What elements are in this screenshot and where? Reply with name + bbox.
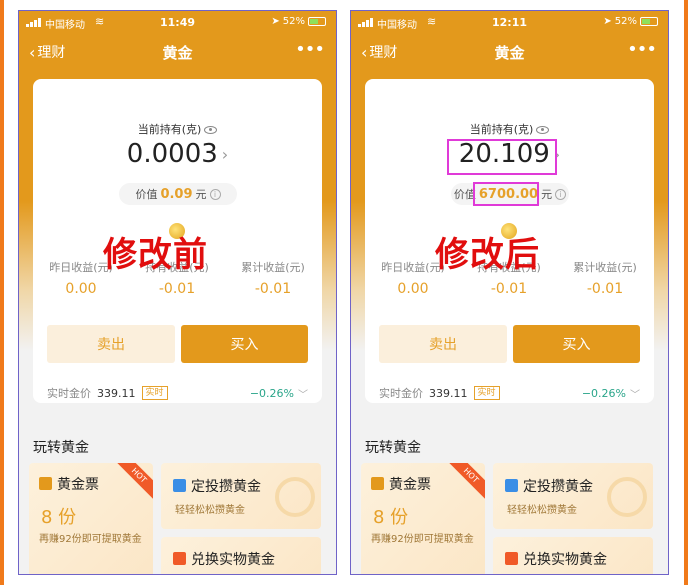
holding-card: 当前持有(克) 20.109 › 价值 6700.00 元 i 昨日收益(元) 0… xyxy=(365,79,654,403)
battery-percent: 52% xyxy=(282,16,305,27)
page-title: 黄金 xyxy=(494,44,525,62)
ticket-count: 8 份 xyxy=(373,507,409,528)
amount-highlight-box xyxy=(447,139,557,175)
hot-badge: HOT xyxy=(445,463,485,502)
clock-icon xyxy=(607,477,647,517)
price-change: −0.26% xyxy=(249,386,294,400)
status-bar: 中国移动 ≋ 11:49 ➤ 52% xyxy=(19,11,336,35)
ticket-icon xyxy=(39,477,52,490)
status-bar: 中国移动 ≋ 12:11 ➤ 52% xyxy=(351,11,668,35)
ticket-count: 8 份 xyxy=(41,507,77,528)
value-unit: 元 xyxy=(195,188,207,201)
location-icon: ➤ xyxy=(603,16,612,27)
buy-button[interactable]: 买入 xyxy=(513,325,640,363)
exchange-icon xyxy=(505,552,518,565)
ticket-icon xyxy=(371,477,384,490)
holding-card: 当前持有(克) 0.0003 › 价值 0.09 元 i 昨日收益(元) 0.00… xyxy=(33,79,322,403)
before-overlay-label: 修改前 xyxy=(103,235,208,275)
info-icon[interactable]: i xyxy=(209,188,221,200)
holding-value: 0.09 xyxy=(160,186,193,202)
auto-invest-tile[interactable]: 定投攒黄金 轻轻松松攒黄金 xyxy=(493,463,653,529)
tile-desc: 轻轻松松攒黄金 xyxy=(175,505,245,516)
stat-value: -0.01 xyxy=(254,281,292,297)
stat-cumulative: 累计收益(元) -0.01 xyxy=(225,259,321,297)
chevron-right-icon: › xyxy=(221,145,229,164)
battery-percent: 52% xyxy=(614,16,637,27)
chevron-down-icon: ﹀ xyxy=(630,389,640,401)
exchange-gold-tile[interactable]: 兑换实物黄金 xyxy=(493,537,653,574)
stat-value: -0.01 xyxy=(586,281,624,297)
exchange-gold-tile[interactable]: 兑换实物黄金 xyxy=(161,537,321,574)
buy-button[interactable]: 买入 xyxy=(181,325,308,363)
gold-price-row[interactable]: 实时金价 339.11 实时 −0.26% ﹀ xyxy=(379,384,640,402)
value-prefix: 价值 xyxy=(135,188,158,201)
calendar-icon xyxy=(173,479,186,492)
info-icon[interactable]: i xyxy=(555,188,567,200)
calendar-icon xyxy=(505,479,518,492)
holding-amount-row[interactable]: 0.0003 › xyxy=(33,139,322,169)
stat-label: 累计收益(元) xyxy=(573,261,637,274)
more-options-button[interactable]: ••• xyxy=(295,39,325,60)
sell-button[interactable]: 卖出 xyxy=(379,325,507,363)
price-label: 实时金价 xyxy=(379,387,423,400)
holding-label-row: 当前持有(克) xyxy=(365,121,654,137)
stat-value: -0.01 xyxy=(490,281,528,297)
trade-buttons: 卖出 买入 xyxy=(379,325,640,363)
holding-label: 当前持有(克) xyxy=(469,123,534,136)
exchange-icon xyxy=(173,552,186,565)
gold-price-row[interactable]: 实时金价 339.11 实时 −0.26% ﹀ xyxy=(47,384,308,402)
realtime-tag: 实时 xyxy=(141,386,168,400)
section-title: 玩转黄金 xyxy=(365,440,421,456)
navigation-bar: ‹ 理财 黄金 ••• xyxy=(351,35,668,69)
price-label: 实时金价 xyxy=(47,387,91,400)
chevron-down-icon: ﹀ xyxy=(298,389,308,401)
battery-icon xyxy=(640,17,658,26)
stat-value: 0.00 xyxy=(397,281,429,297)
more-options-button[interactable]: ••• xyxy=(627,39,657,60)
trade-buttons: 卖出 买入 xyxy=(47,325,308,363)
realtime-tag: 实时 xyxy=(473,386,500,400)
tile-name: 定投攒黄金 xyxy=(191,479,261,495)
tile-desc: 轻轻松松攒黄金 xyxy=(507,505,577,516)
after-overlay-label: 修改后 xyxy=(435,235,540,275)
tile-desc: 再赚92份即可提取黄金 xyxy=(39,534,142,545)
value-pill: 价值 0.09 元 i xyxy=(119,183,237,205)
eye-icon[interactable] xyxy=(204,126,218,134)
page-title: 黄金 xyxy=(162,44,193,62)
tile-name: 定投攒黄金 xyxy=(523,479,593,495)
left-frame-border xyxy=(0,0,4,585)
auto-invest-tile[interactable]: 定投攒黄金 轻轻松松攒黄金 xyxy=(161,463,321,529)
battery-icon xyxy=(308,17,326,26)
stat-value: 0.00 xyxy=(65,281,97,297)
value-highlight-box xyxy=(473,182,539,206)
holding-amount: 0.0003 xyxy=(126,139,218,169)
right-frame-border xyxy=(684,0,688,585)
stat-label: 累计收益(元) xyxy=(241,261,305,274)
tile-desc: 再赚92份即可提取黄金 xyxy=(371,534,474,545)
stat-cumulative: 累计收益(元) -0.01 xyxy=(557,259,653,297)
price-change: −0.26% xyxy=(581,386,626,400)
holding-label: 当前持有(克) xyxy=(137,123,202,136)
navigation-bar: ‹ 理财 黄金 ••• xyxy=(19,35,336,69)
tile-name: 兑换实物黄金 xyxy=(191,552,275,568)
gold-ticket-tile[interactable]: HOT 黄金票 8 份 再赚92份即可提取黄金 xyxy=(29,463,153,574)
value-unit: 元 xyxy=(541,188,553,201)
gold-ticket-tile[interactable]: HOT 黄金票 8 份 再赚92份即可提取黄金 xyxy=(361,463,485,574)
tile-name: 黄金票 xyxy=(57,477,99,493)
tile-name: 黄金票 xyxy=(389,477,431,493)
section-title: 玩转黄金 xyxy=(33,440,89,456)
phone-screen-after: 中国移动 ≋ 12:11 ➤ 52% ‹ 理财 黄金 ••• 当前持有(克) 2… xyxy=(350,10,669,575)
price-value: 339.11 xyxy=(429,386,468,400)
phone-screen-before: 中国移动 ≋ 11:49 ➤ 52% ‹ 理财 黄金 ••• 当前持有(克) 0… xyxy=(18,10,337,575)
price-value: 339.11 xyxy=(97,386,136,400)
comparison-stage: 中国移动 ≋ 11:49 ➤ 52% ‹ 理财 黄金 ••• 当前持有(克) 0… xyxy=(0,0,689,585)
clock-icon xyxy=(275,477,315,517)
eye-icon[interactable] xyxy=(536,126,550,134)
holding-label-row: 当前持有(克) xyxy=(33,121,322,137)
hot-badge: HOT xyxy=(113,463,153,502)
tile-name: 兑换实物黄金 xyxy=(523,552,607,568)
sell-button[interactable]: 卖出 xyxy=(47,325,175,363)
stat-value: -0.01 xyxy=(158,281,196,297)
location-icon: ➤ xyxy=(271,16,280,27)
